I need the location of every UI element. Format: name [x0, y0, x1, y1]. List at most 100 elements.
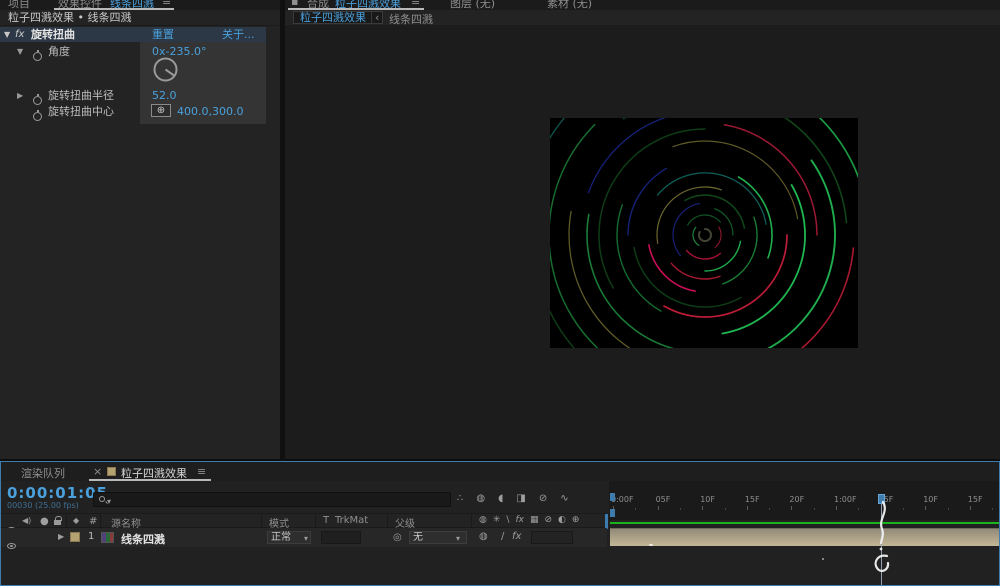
search-input[interactable]: ▾ — [93, 492, 451, 507]
center-value[interactable]: 400.0,300.0 — [177, 105, 243, 118]
time-navigator-handle[interactable] — [610, 509, 615, 517]
ruler-tick-minor — [725, 508, 726, 510]
ruler-tick — [747, 506, 748, 510]
ruler-tick-minor — [992, 508, 993, 510]
layer-quality-switch-icon[interactable]: / — [501, 531, 504, 542]
ruler-tick — [970, 506, 971, 510]
draft-3d-icon[interactable]: ◍ — [476, 493, 485, 504]
navigator-comp-chip[interactable]: 粒子四溅效果 — [293, 11, 373, 24]
chevron-down-icon[interactable]: ▾ — [456, 534, 460, 543]
ruler-label: 10F — [700, 495, 715, 504]
tab-project[interactable]: 项目 — [8, 0, 30, 10]
chevron-down-icon[interactable]: ▾ — [304, 534, 308, 543]
switch-header-motion-blur-icon[interactable]: ⊘ — [544, 515, 552, 525]
graph-editor-icon[interactable]: ∿ — [560, 493, 568, 504]
search-icon — [99, 496, 105, 502]
switch-header-adjustment-icon[interactable]: ◐ — [558, 515, 566, 525]
parent-pick-whip-icon[interactable]: ◎ — [393, 532, 402, 543]
radius-property-row: ▶ 旋转扭曲半径 52.0 — [0, 88, 266, 103]
radius-value[interactable]: 52.0 — [152, 88, 177, 103]
motion-blur-icon[interactable]: ⊘ — [539, 493, 547, 504]
panel-menu-icon[interactable]: ≡ — [411, 0, 420, 8]
ruler-tick — [925, 506, 926, 510]
column-separator — [471, 514, 472, 527]
column-separator — [315, 514, 316, 527]
ram-cache-indicator — [610, 522, 999, 524]
layer-fx-switch-icon[interactable]: fx — [512, 531, 521, 542]
about-link[interactable]: 关于... — [222, 27, 255, 42]
frame-blending-icon[interactable]: ◨ — [516, 493, 525, 504]
ruler-tick — [702, 506, 703, 510]
switch-header-fx-icon[interactable]: fx — [515, 515, 524, 525]
angle-dial[interactable] — [152, 56, 179, 83]
ruler-label: 10F — [923, 495, 938, 504]
composition-frame[interactable] — [550, 118, 858, 348]
layer-expander-icon[interactable]: ▶ — [58, 532, 64, 541]
layer-duration-bar[interactable] — [610, 528, 999, 546]
timeline-toolbar-icons: ∴ ◍ ◖ ◨ ⊘ ∿ — [457, 493, 569, 504]
ruler-tick-minor — [814, 508, 815, 510]
panel-menu-icon[interactable]: ≡ — [162, 0, 171, 8]
switch-header-3d-icon[interactable]: ⊕ — [572, 515, 580, 525]
comp-label-chip — [107, 467, 116, 476]
comp-viewport[interactable] — [285, 25, 1000, 443]
comp-mini-flowchart-icon[interactable]: ∴ — [457, 493, 463, 504]
timeline-panel: 渲染队列 × 粒子四溅效果 ≡ 0:00:01:05 00030 (25.00 … — [0, 461, 1000, 586]
time-ruler[interactable]: 0:00F05F10F15F20F1:00F05F10F15F — [609, 481, 999, 520]
stopwatch-icon[interactable] — [33, 112, 42, 121]
audio-column-icon: ◀) — [22, 516, 31, 525]
tab-square-icon: ▪ — [291, 0, 298, 8]
effect-header-row[interactable]: ▼ fx 旋转扭曲 重置 关于... — [0, 27, 266, 42]
tab-layer[interactable]: 图层 (无) — [450, 0, 495, 10]
column-separator — [387, 514, 388, 527]
radius-label: 旋转扭曲半径 — [48, 88, 114, 103]
layer-name[interactable]: 线条四溅 — [121, 531, 165, 547]
index-column-icon: # — [89, 516, 97, 527]
expander-icon[interactable]: ▶ — [17, 88, 23, 103]
fx-badge-icon[interactable]: fx — [15, 27, 24, 42]
effect-name[interactable]: 旋转扭曲 — [31, 27, 75, 42]
effect-controls-panel: 项目 效果控件 线条四溅 ≡ 粒子四溅效果 • 线条四溅 ▼ fx 旋转扭曲 重… — [0, 0, 280, 459]
work-area-start-handle[interactable] — [610, 493, 615, 501]
col-t[interactable]: T — [323, 515, 329, 526]
layer-color-chip[interactable] — [70, 532, 80, 542]
switch-header-quality-icon[interactable]: \ — [506, 515, 509, 525]
tab-footage[interactable]: 素材 (无) — [547, 0, 592, 10]
layer-source-icon — [101, 532, 114, 543]
trkmat-box[interactable] — [321, 531, 361, 544]
switch-header-frame-blend-icon[interactable]: ▦ — [530, 515, 539, 525]
label-column-icon: ◆ — [73, 516, 79, 525]
layer-visibility-eye-icon[interactable] — [7, 543, 16, 549]
active-tab-underline — [89, 479, 211, 481]
annotation-speck — [822, 558, 824, 560]
effect-controls-tabstrip: 项目 效果控件 线条四溅 ≡ — [0, 0, 280, 10]
col-trkmat[interactable]: TrkMat — [335, 515, 368, 526]
ruler-label: 20F — [789, 495, 804, 504]
layer-shy-switch-icon[interactable]: ◍ — [479, 531, 488, 542]
expander-icon[interactable]: ▼ — [17, 44, 23, 59]
layer-switch-cells[interactable] — [531, 531, 573, 544]
ruler-tick-minor — [680, 508, 681, 510]
stopwatch-icon[interactable] — [33, 52, 42, 61]
angle-label: 角度 — [48, 44, 70, 59]
hide-shy-layers-icon[interactable]: ◖ — [498, 493, 503, 504]
switch-header-collapse-icon[interactable]: ✳ — [493, 515, 501, 525]
close-icon[interactable]: × — [93, 465, 102, 478]
expander-icon[interactable]: ▼ — [4, 27, 10, 42]
breadcrumb: 粒子四溅效果 • 线条四溅 — [0, 10, 280, 26]
layer-row[interactable]: ▶ 1 线条四溅 正常 ▾ ◎ 无 ▾ ◍ / fx — [1, 528, 607, 547]
column-splitter[interactable] — [605, 514, 608, 529]
column-separator — [100, 514, 101, 527]
panel-menu-icon[interactable]: ≡ — [197, 465, 206, 478]
annotation-speck — [649, 544, 653, 546]
ruler-label: 05F — [656, 495, 671, 504]
tab-render-queue[interactable]: 渲染队列 — [21, 465, 65, 481]
comp-navigator: 粒子四溅效果 ‹ 线条四溅 — [285, 10, 1000, 25]
center-crosshair-button[interactable]: ⊕ — [151, 104, 171, 117]
column-separator — [261, 514, 262, 527]
chevron-down-icon[interactable]: ▾ — [107, 497, 111, 506]
navigator-chevron-icon[interactable]: ‹ — [371, 11, 383, 24]
switch-header-shy-icon[interactable]: ◍ — [479, 515, 487, 525]
center-label: 旋转扭曲中心 — [48, 104, 114, 119]
reset-link[interactable]: 重置 — [152, 27, 174, 42]
